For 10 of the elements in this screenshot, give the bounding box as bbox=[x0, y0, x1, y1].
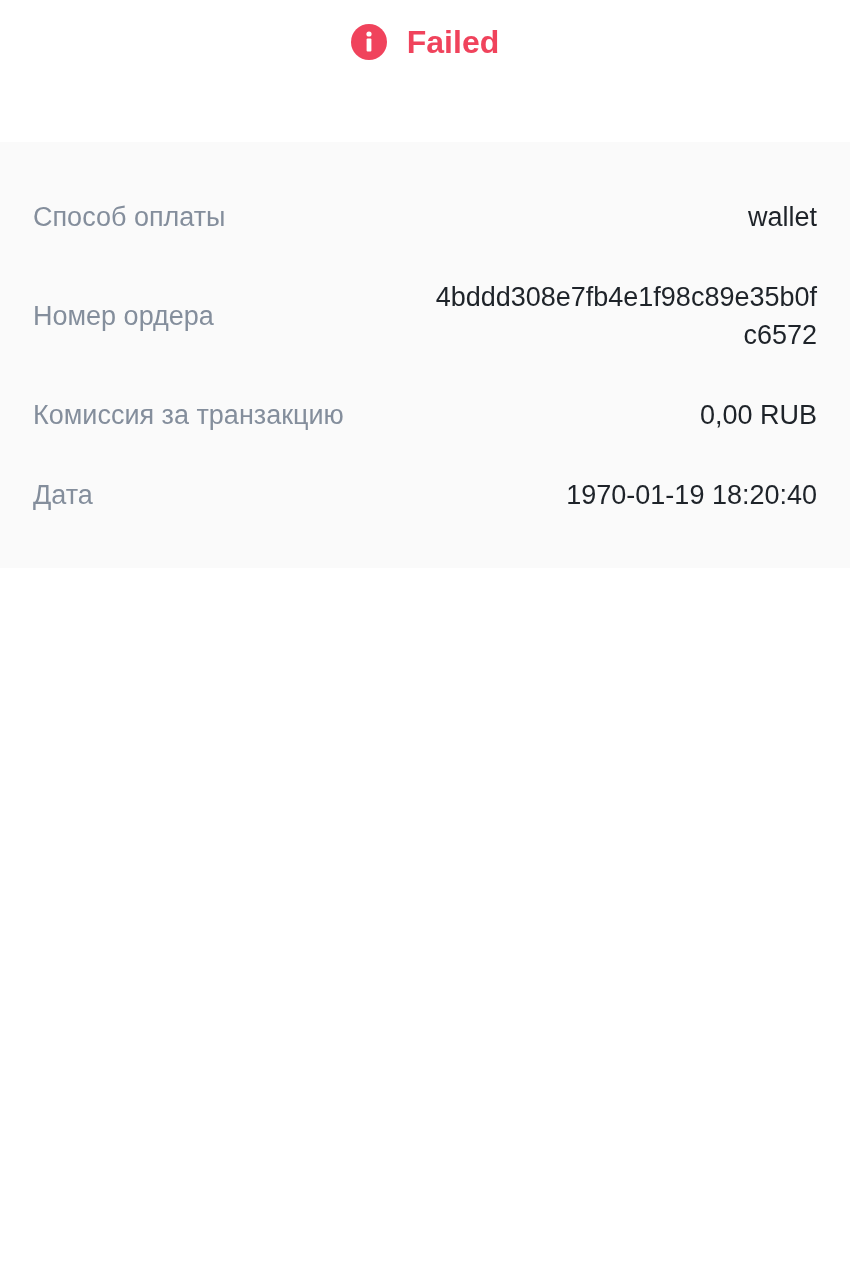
info-icon bbox=[350, 24, 387, 60]
detail-value: 0,00 RUB bbox=[699, 399, 817, 432]
detail-value: wallet bbox=[747, 201, 817, 234]
detail-label: Комиссия за транзакцию bbox=[33, 399, 344, 432]
detail-value: 4bddd308e7fb4e1f98c89e35b0fc6572 bbox=[434, 281, 817, 352]
detail-value: 1970-01-19 18:20:40 bbox=[566, 479, 817, 512]
detail-label: Номер ордера bbox=[33, 300, 214, 333]
detail-label: Способ оплаты bbox=[33, 201, 226, 234]
status-text: Failed bbox=[406, 24, 500, 60]
detail-label: Дата bbox=[33, 479, 93, 512]
